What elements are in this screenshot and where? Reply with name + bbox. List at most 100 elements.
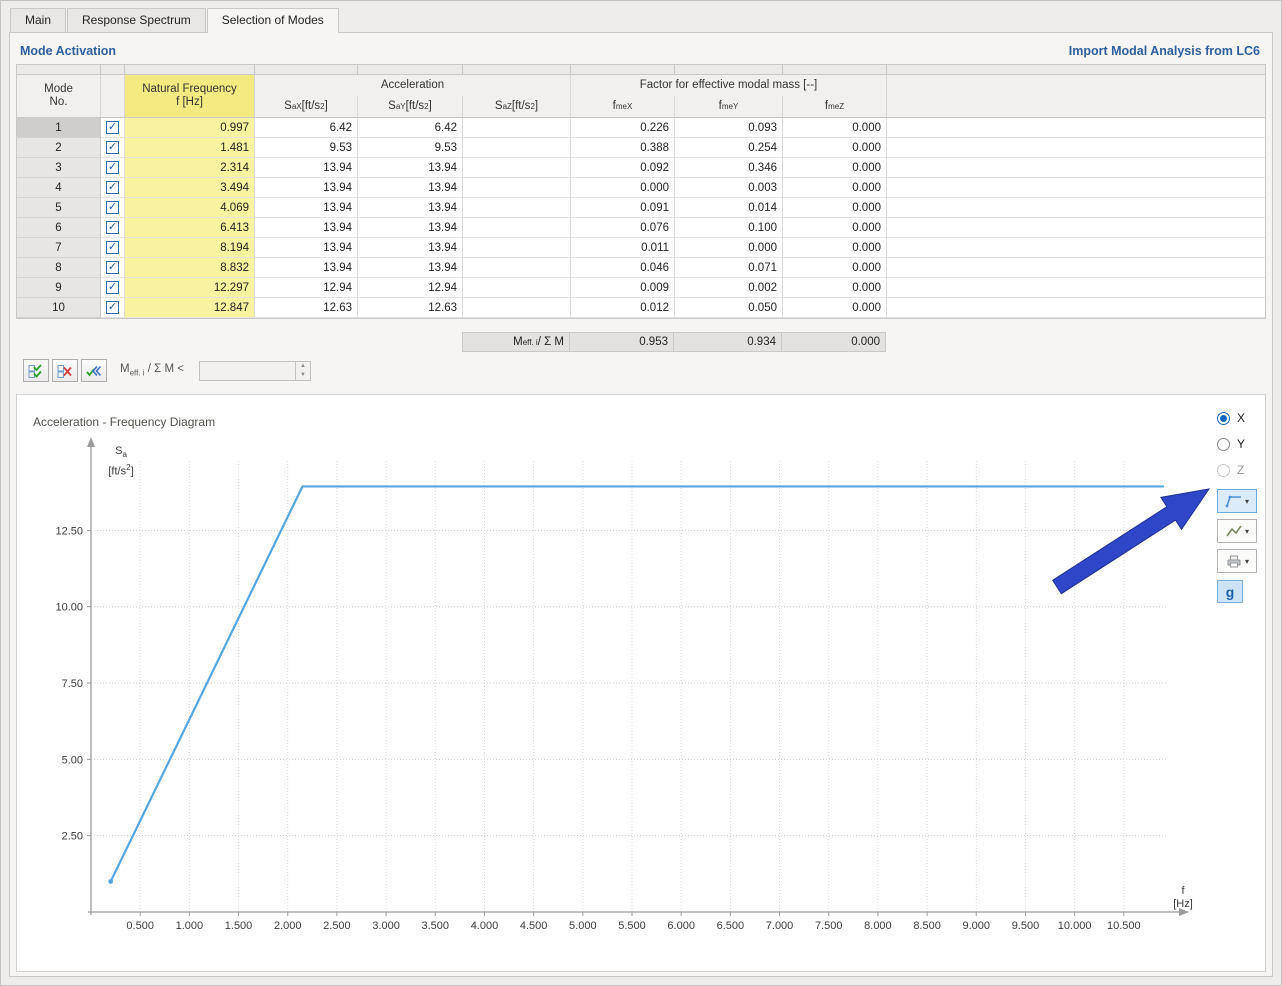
mode-active-checkbox[interactable]	[106, 301, 119, 314]
import-modal-analysis-link[interactable]: Import Modal Analysis from LC6	[1069, 44, 1260, 58]
say-cell[interactable]: 6.42	[358, 118, 463, 138]
mode-active-checkbox[interactable]	[106, 281, 119, 294]
column-grip[interactable]	[101, 65, 125, 75]
spin-down-icon[interactable]: ▼	[296, 371, 310, 380]
say-cell[interactable]: 13.94	[358, 178, 463, 198]
diagram-style-dropdown[interactable]: ▾	[1217, 519, 1257, 543]
sax-cell[interactable]: 13.94	[255, 238, 358, 258]
row-number-cell[interactable]: 6	[17, 218, 101, 238]
sax-cell[interactable]: 12.94	[255, 278, 358, 298]
fmey-cell[interactable]: 0.254	[675, 138, 783, 158]
spin-up-icon[interactable]: ▲	[296, 362, 310, 371]
fmey-cell[interactable]: 0.100	[675, 218, 783, 238]
mode-active-checkbox[interactable]	[106, 261, 119, 274]
fmez-cell[interactable]: 0.000	[783, 158, 887, 178]
sax-cell[interactable]: 13.94	[255, 178, 358, 198]
row-number-cell[interactable]: 5	[17, 198, 101, 218]
fmex-cell[interactable]: 0.388	[571, 138, 675, 158]
tab-selection-of-modes[interactable]: Selection of Modes	[207, 8, 339, 32]
mode-active-checkbox[interactable]	[106, 221, 119, 234]
row-number-cell[interactable]: 8	[17, 258, 101, 278]
fmez-cell[interactable]: 0.000	[783, 178, 887, 198]
fmez-cell[interactable]: 0.000	[783, 218, 887, 238]
sax-cell[interactable]: 6.42	[255, 118, 358, 138]
sax-cell[interactable]: 13.94	[255, 258, 358, 278]
row-number-cell[interactable]: 2	[17, 138, 101, 158]
sax-cell[interactable]: 13.94	[255, 158, 358, 178]
column-grip[interactable]	[783, 65, 887, 75]
saz-cell[interactable]	[463, 198, 571, 218]
radio-direction-x[interactable]: X	[1217, 405, 1245, 431]
sax-cell[interactable]: 9.53	[255, 138, 358, 158]
activate-all-modes-button[interactable]	[23, 359, 49, 382]
saz-cell[interactable]	[463, 138, 571, 158]
saz-cell[interactable]	[463, 178, 571, 198]
row-number-cell[interactable]: 1	[17, 118, 101, 138]
column-grip[interactable]	[571, 65, 675, 75]
fmex-cell[interactable]: 0.226	[571, 118, 675, 138]
natural-frequency-cell[interactable]: 0.997	[125, 118, 255, 138]
mode-active-checkbox[interactable]	[106, 161, 119, 174]
fmey-cell[interactable]: 0.050	[675, 298, 783, 318]
row-number-cell[interactable]: 4	[17, 178, 101, 198]
natural-frequency-cell[interactable]: 1.481	[125, 138, 255, 158]
fmez-cell[interactable]: 0.000	[783, 238, 887, 258]
radio-direction-y[interactable]: Y	[1217, 431, 1245, 457]
fmez-cell[interactable]: 0.000	[783, 138, 887, 158]
column-grip[interactable]	[887, 65, 1265, 75]
column-grip[interactable]	[255, 65, 358, 75]
saz-cell[interactable]	[463, 218, 571, 238]
row-number-cell[interactable]: 7	[17, 238, 101, 258]
column-grip[interactable]	[358, 65, 463, 75]
natural-frequency-cell[interactable]: 12.297	[125, 278, 255, 298]
column-grip[interactable]	[17, 65, 101, 75]
fmex-cell[interactable]: 0.012	[571, 298, 675, 318]
fmey-cell[interactable]: 0.003	[675, 178, 783, 198]
natural-frequency-cell[interactable]: 12.847	[125, 298, 255, 318]
saz-cell[interactable]	[463, 278, 571, 298]
mode-active-checkbox[interactable]	[106, 241, 119, 254]
mode-active-checkbox[interactable]	[106, 181, 119, 194]
g-units-button[interactable]: g	[1217, 580, 1243, 603]
mode-active-checkbox[interactable]	[106, 141, 119, 154]
tab-main[interactable]: Main	[10, 8, 66, 32]
saz-cell[interactable]	[463, 118, 571, 138]
fmex-cell[interactable]: 0.091	[571, 198, 675, 218]
natural-frequency-cell[interactable]: 8.194	[125, 238, 255, 258]
fmez-cell[interactable]: 0.000	[783, 278, 887, 298]
fmez-cell[interactable]: 0.000	[783, 118, 887, 138]
column-grip[interactable]	[125, 65, 255, 75]
fmey-cell[interactable]: 0.002	[675, 278, 783, 298]
natural-frequency-cell[interactable]: 3.494	[125, 178, 255, 198]
spectrum-display-dropdown[interactable]: ▾	[1217, 489, 1257, 513]
say-cell[interactable]: 13.94	[358, 218, 463, 238]
saz-cell[interactable]	[463, 158, 571, 178]
saz-cell[interactable]	[463, 238, 571, 258]
say-cell[interactable]: 13.94	[358, 258, 463, 278]
fmey-cell[interactable]: 0.093	[675, 118, 783, 138]
say-cell[interactable]: 12.94	[358, 278, 463, 298]
saz-cell[interactable]	[463, 298, 571, 318]
row-number-cell[interactable]: 10	[17, 298, 101, 318]
fmez-cell[interactable]: 0.000	[783, 258, 887, 278]
fmey-cell[interactable]: 0.071	[675, 258, 783, 278]
sax-cell[interactable]: 13.94	[255, 218, 358, 238]
row-number-cell[interactable]: 9	[17, 278, 101, 298]
fmez-cell[interactable]: 0.000	[783, 298, 887, 318]
natural-frequency-cell[interactable]: 8.832	[125, 258, 255, 278]
mode-active-checkbox[interactable]	[106, 201, 119, 214]
column-grip[interactable]	[675, 65, 783, 75]
fmey-cell[interactable]: 0.346	[675, 158, 783, 178]
fmey-cell[interactable]: 0.000	[675, 238, 783, 258]
tab-response-spectrum[interactable]: Response Spectrum	[67, 8, 206, 32]
natural-frequency-cell[interactable]: 6.413	[125, 218, 255, 238]
natural-frequency-cell[interactable]: 2.314	[125, 158, 255, 178]
say-cell[interactable]: 9.53	[358, 138, 463, 158]
say-cell[interactable]: 13.94	[358, 158, 463, 178]
mode-active-checkbox[interactable]	[106, 121, 119, 134]
select-by-criterion-button[interactable]	[81, 359, 107, 382]
fmex-cell[interactable]: 0.011	[571, 238, 675, 258]
fmey-cell[interactable]: 0.014	[675, 198, 783, 218]
sax-cell[interactable]: 12.63	[255, 298, 358, 318]
print-dropdown[interactable]: ▾	[1217, 549, 1257, 573]
